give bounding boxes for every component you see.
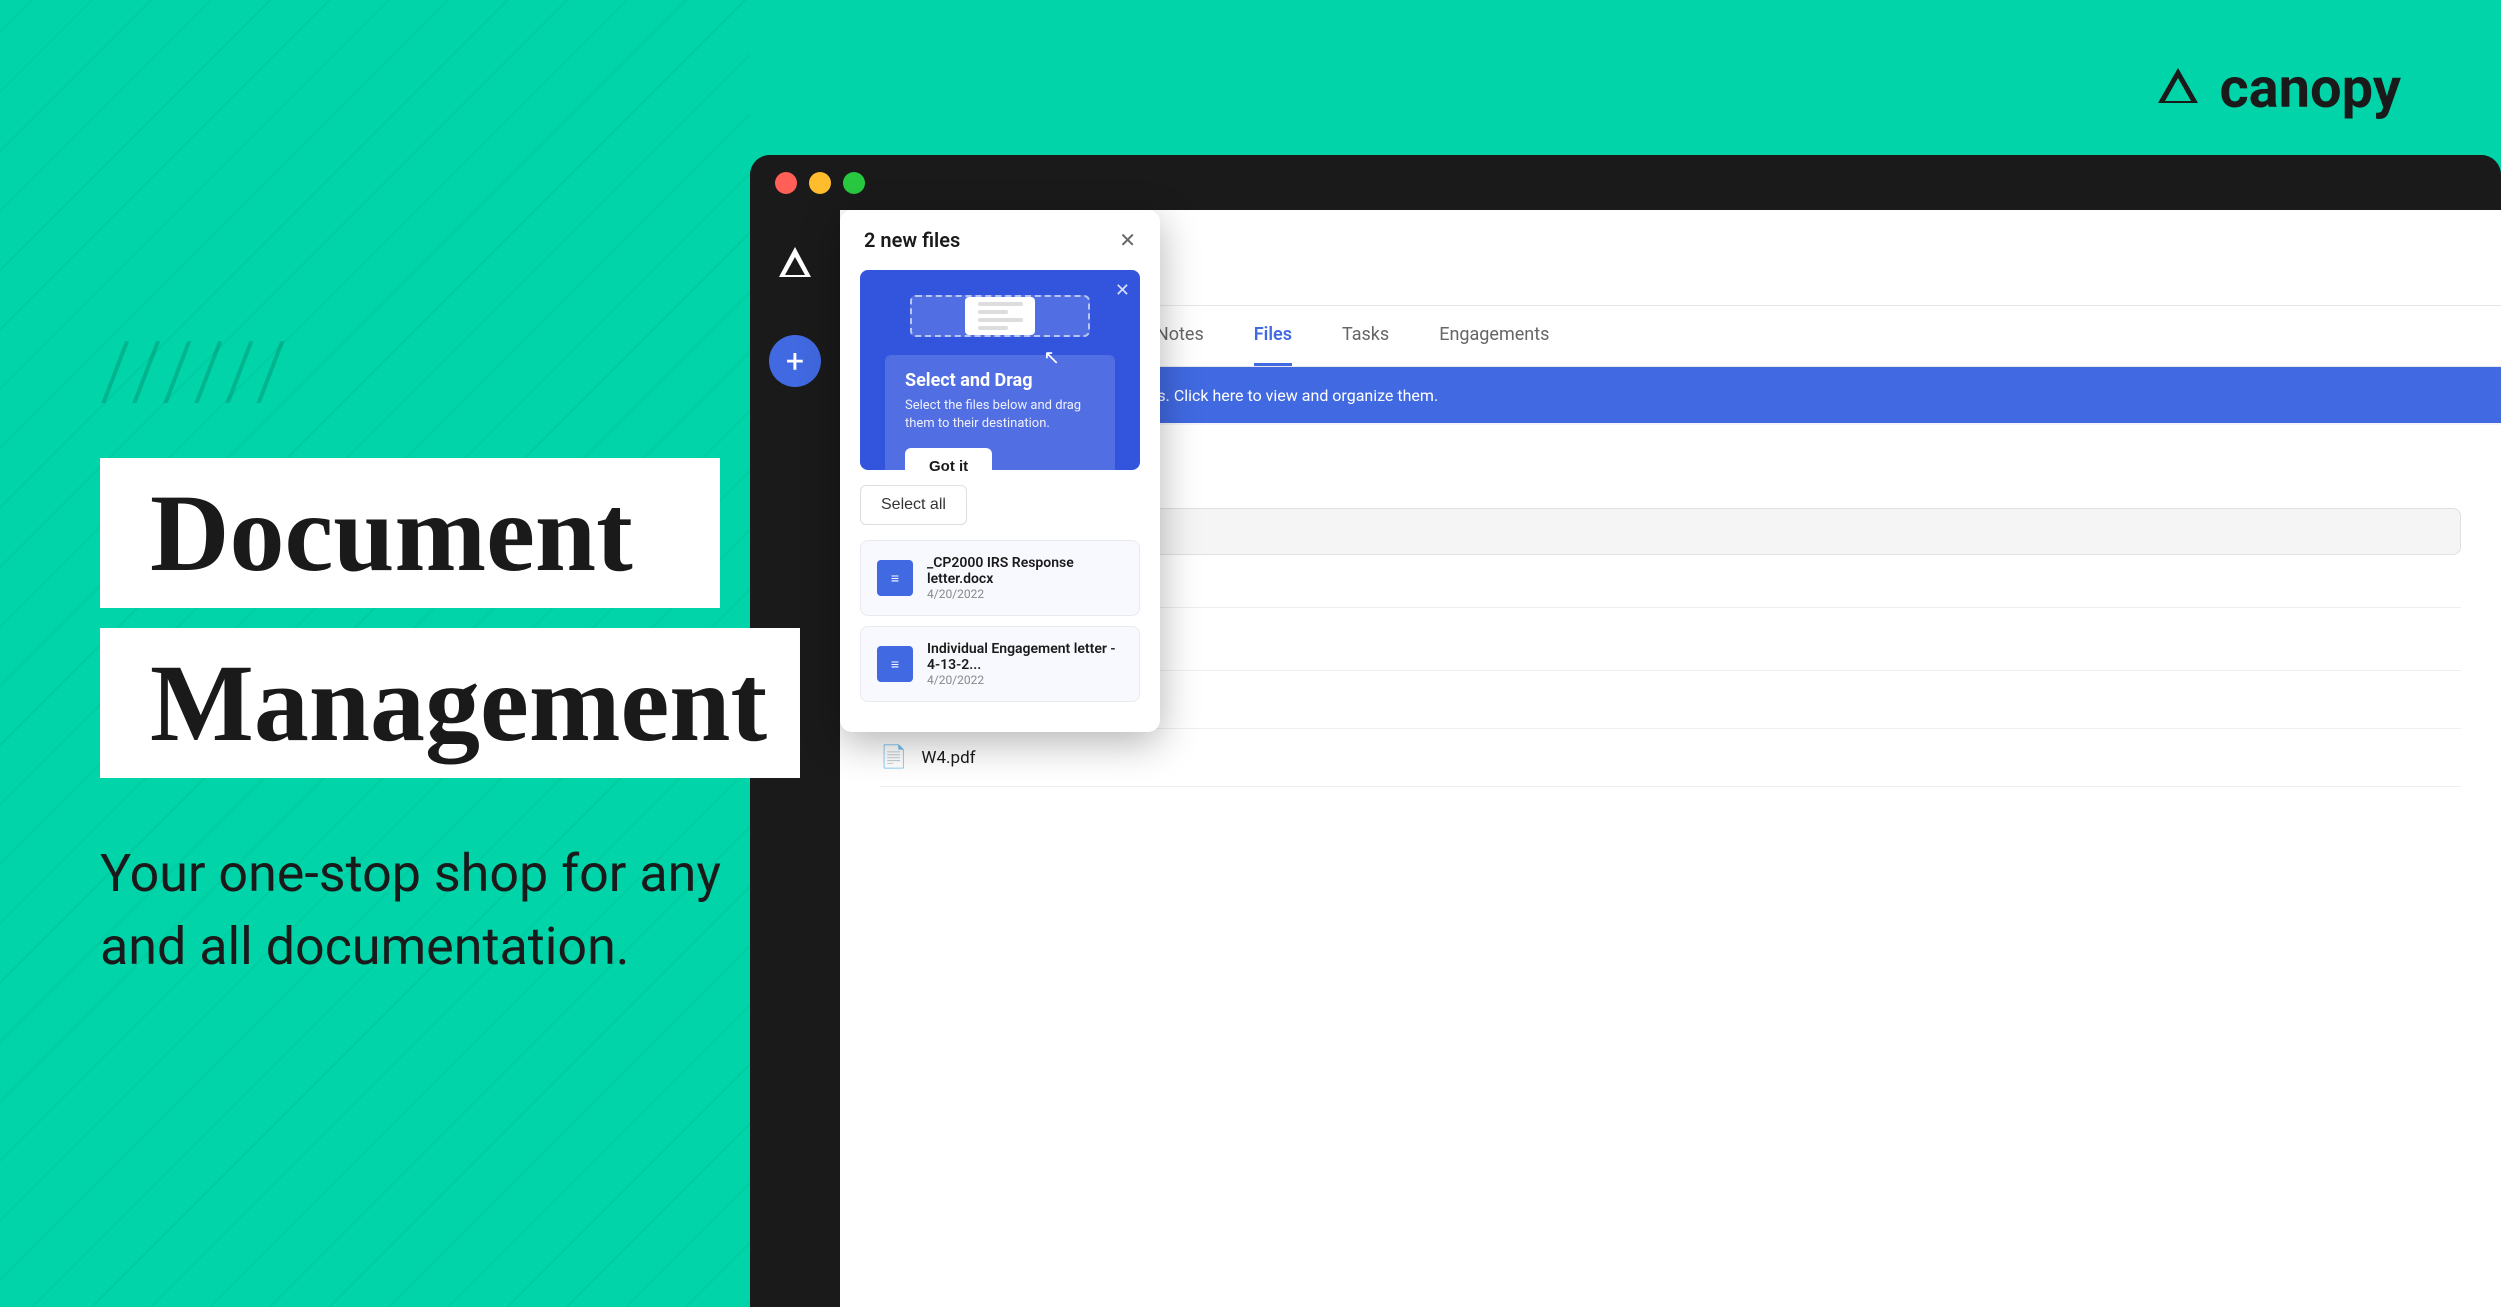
drag-line-long-2 xyxy=(978,318,1023,322)
headline-box-2: Management xyxy=(100,628,800,778)
pdf-icon-w4: 📄 xyxy=(880,745,907,770)
file-list-date-2: 4/20/2022 xyxy=(927,673,1123,687)
file-list-info-1: _CP2000 IRS Response letter.docx 4/20/20… xyxy=(927,555,1123,601)
canopy-logo: canopy xyxy=(2153,55,2401,121)
drag-line-short-2 xyxy=(978,326,1008,330)
popup-drag-area: ✕ ↖ xyxy=(860,270,1140,470)
popup-title: 2 new files xyxy=(864,228,960,252)
subheadline: Your one-stop shop for any and all docum… xyxy=(100,838,800,984)
browser-window: + AL Alice Lidell ▾ � xyxy=(750,155,2501,1307)
popup-body: Select all ≡ _CP2000 IRS Response letter… xyxy=(840,470,1160,732)
drag-tooltip-desc: Select the files below and drag them to … xyxy=(905,397,1095,433)
browser-titlebar xyxy=(750,155,2501,210)
sidebar-logo xyxy=(773,240,818,285)
headline-box-1: Document xyxy=(100,458,720,608)
canopy-logo-icon xyxy=(2153,63,2203,113)
tab-tasks[interactable]: Tasks xyxy=(1342,306,1389,366)
popup-close-button[interactable]: ✕ xyxy=(1119,228,1136,252)
popup-file-item-2[interactable]: ≡ Individual Engagement letter - 4-13-2.… xyxy=(860,626,1140,702)
traffic-light-red[interactable] xyxy=(775,172,797,194)
drag-tooltip-title: Select and Drag xyxy=(905,370,1095,391)
tab-engagements[interactable]: Engagements xyxy=(1439,306,1549,366)
drag-file-icon xyxy=(965,297,1035,335)
traffic-light-green[interactable] xyxy=(843,172,865,194)
drag-file-lines xyxy=(978,302,1023,330)
tab-notes[interactable]: Notes xyxy=(1156,306,1204,366)
tab-files[interactable]: Files xyxy=(1254,306,1292,366)
got-it-button[interactable]: Got it xyxy=(905,448,992,485)
popup-overlay: 2 new files ✕ ✕ xyxy=(840,210,1160,732)
cursor-icon: ↖ xyxy=(1043,345,1060,369)
file-list-name-1: _CP2000 IRS Response letter.docx xyxy=(927,555,1123,587)
file-list-date-1: 4/20/2022 xyxy=(927,587,1123,601)
doc-icon-1: ≡ xyxy=(877,560,913,596)
right-section: canopy + xyxy=(750,0,2501,1307)
drag-drop-box xyxy=(910,295,1090,337)
headline-line1: Document xyxy=(150,472,633,594)
file-item-w4[interactable]: 📄 W4.pdf xyxy=(880,729,2461,787)
doc-icon-2: ≡ xyxy=(877,646,913,682)
drag-area-close-icon[interactable]: ✕ xyxy=(1115,280,1130,301)
drag-tooltip: Select and Drag Select the files below a… xyxy=(885,355,1115,500)
file-name-w4: W4.pdf xyxy=(921,748,975,768)
popup-container: 2 new files ✕ ✕ xyxy=(840,210,1160,732)
canopy-logo-text: canopy xyxy=(2219,55,2401,121)
popup-file-item-1[interactable]: ≡ _CP2000 IRS Response letter.docx 4/20/… xyxy=(860,540,1140,616)
drag-line-short-1 xyxy=(978,310,1008,314)
file-list-name-2: Individual Engagement letter - 4-13-2... xyxy=(927,641,1123,673)
headline-line2: Management xyxy=(150,642,767,764)
file-list-info-2: Individual Engagement letter - 4-13-2...… xyxy=(927,641,1123,687)
drag-line-long xyxy=(978,302,1023,306)
popup-header: 2 new files ✕ xyxy=(840,210,1160,270)
traffic-light-yellow[interactable] xyxy=(809,172,831,194)
